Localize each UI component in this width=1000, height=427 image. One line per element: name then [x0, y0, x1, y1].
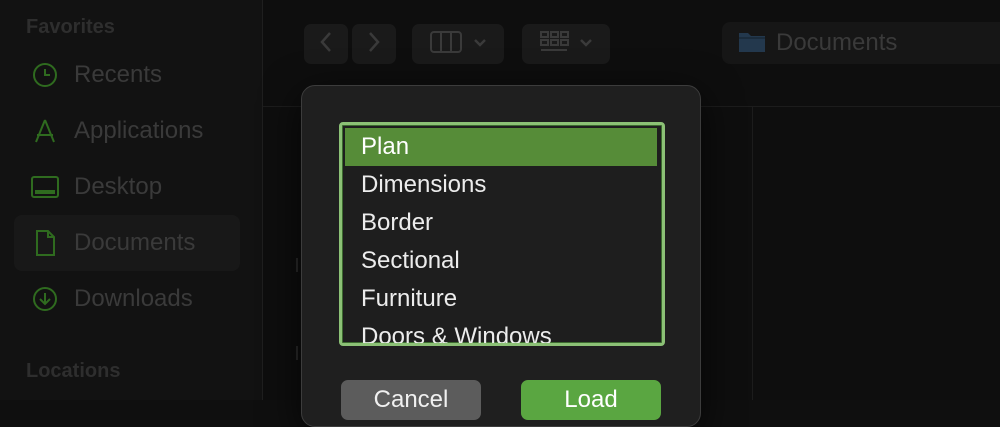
- applications-icon: [30, 116, 60, 146]
- view-mode-button[interactable]: [412, 24, 504, 64]
- layer-listbox[interactable]: Plan Dimensions Border Sectional Furnitu…: [339, 122, 665, 346]
- list-item[interactable]: Border: [345, 204, 657, 242]
- favorites-heading: Favorites: [26, 16, 115, 38]
- chevron-down-icon: [473, 35, 487, 53]
- list-item[interactable]: Doors & Windows: [345, 318, 657, 346]
- list-item[interactable]: Sectional: [345, 242, 657, 280]
- chevron-right-icon: [367, 31, 381, 58]
- desktop-icon: [30, 172, 60, 202]
- clock-icon: [30, 60, 60, 90]
- load-dialog: Plan Dimensions Border Sectional Furnitu…: [301, 85, 701, 427]
- chevron-left-icon: [319, 31, 333, 58]
- load-button-label: Load: [564, 386, 618, 413]
- path-label: Documents: [776, 29, 898, 56]
- forward-button[interactable]: [352, 24, 396, 64]
- sidebar-item-label: Desktop: [74, 173, 163, 200]
- cancel-button-label: Cancel: [373, 386, 449, 413]
- list-item-label: Sectional: [361, 247, 460, 274]
- group-by-button[interactable]: [522, 24, 610, 64]
- list-item[interactable]: Plan: [345, 128, 657, 166]
- finder-sidebar: Favorites Recents Applications Desktop D…: [0, 0, 263, 400]
- sidebar-item-label: Documents: [74, 229, 196, 256]
- sidebar-item-downloads[interactable]: Downloads: [14, 271, 240, 327]
- load-button[interactable]: Load: [521, 380, 661, 420]
- sidebar-item-applications[interactable]: Applications: [14, 103, 240, 159]
- column-divider: [752, 107, 753, 400]
- list-item-label: Doors & Windows: [361, 323, 552, 346]
- back-button[interactable]: [304, 24, 348, 64]
- locations-heading: Locations: [26, 360, 121, 382]
- sidebar-item-documents[interactable]: Documents: [14, 215, 240, 271]
- list-item-label: Border: [361, 209, 434, 236]
- sidebar-item-label: Downloads: [74, 285, 193, 312]
- sidebar-item-desktop[interactable]: Desktop: [14, 159, 240, 215]
- download-icon: [30, 284, 60, 314]
- list-item-label: Dimensions: [361, 171, 487, 198]
- sidebar-item-label: Recents: [74, 61, 163, 88]
- folder-icon: [738, 29, 766, 58]
- cancel-button[interactable]: Cancel: [341, 380, 481, 420]
- columns-view-icon: [429, 30, 463, 59]
- list-item[interactable]: Furniture: [345, 280, 657, 318]
- list-item[interactable]: Dimensions: [345, 166, 657, 204]
- list-item-label: Furniture: [361, 285, 458, 312]
- chevron-down-icon: [579, 35, 593, 53]
- grid-icon: [539, 30, 569, 59]
- path-control[interactable]: Documents: [722, 22, 1000, 64]
- document-icon: [30, 228, 60, 258]
- list-item-label: Plan: [361, 133, 410, 160]
- sidebar-item-label: Applications: [74, 117, 204, 144]
- sidebar-item-recents[interactable]: Recents: [14, 47, 240, 103]
